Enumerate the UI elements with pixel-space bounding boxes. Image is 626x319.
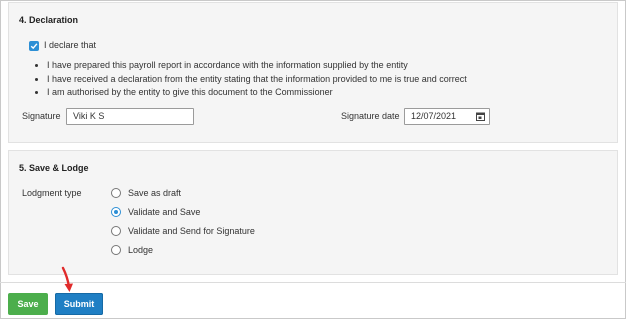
save-button[interactable]: Save	[8, 293, 48, 315]
declaration-bullet-list: I have prepared this payroll report in a…	[29, 59, 467, 100]
save-lodge-panel: 5. Save & Lodge Lodgment type Save as dr…	[8, 150, 618, 275]
declaration-bullet: I have prepared this payroll report in a…	[47, 59, 467, 73]
save-lodge-title: 5. Save & Lodge	[19, 163, 89, 173]
signature-date-label: Signature date	[341, 111, 400, 121]
submit-button[interactable]: Submit	[55, 293, 103, 315]
declaration-panel: 4. Declaration I declare that I have pre…	[8, 2, 618, 143]
declaration-bullet: I am authorised by the entity to give th…	[47, 86, 467, 100]
radio-save-as-draft[interactable]	[111, 188, 121, 198]
check-icon	[30, 43, 38, 50]
signature-date-input[interactable]: 12/07/2021	[404, 108, 490, 125]
radio-validate-and-save-label[interactable]: Validate and Save	[128, 207, 200, 217]
signature-label: Signature	[22, 111, 61, 121]
signature-date-value: 12/07/2021	[411, 111, 457, 121]
radio-lodge-label[interactable]: Lodge	[128, 245, 153, 255]
arrow-down-icon	[61, 266, 73, 292]
declare-checkbox[interactable]	[29, 41, 39, 51]
radio-validate-and-send[interactable]	[111, 226, 121, 236]
radio-lodge[interactable]	[111, 245, 121, 255]
calendar-icon[interactable]	[476, 112, 485, 121]
declaration-bullet: I have received a declaration from the e…	[47, 73, 467, 87]
footer-divider	[0, 282, 626, 283]
declaration-title: 4. Declaration	[19, 15, 79, 25]
signature-input[interactable]: Viki K S	[66, 108, 194, 125]
radio-save-as-draft-label[interactable]: Save as draft	[128, 188, 181, 198]
declare-checkbox-label: I declare that	[44, 40, 97, 50]
radio-validate-and-send-label[interactable]: Validate and Send for Signature	[128, 226, 255, 236]
lodgment-type-label: Lodgment type	[22, 188, 82, 198]
radio-validate-and-save[interactable]	[111, 207, 121, 217]
